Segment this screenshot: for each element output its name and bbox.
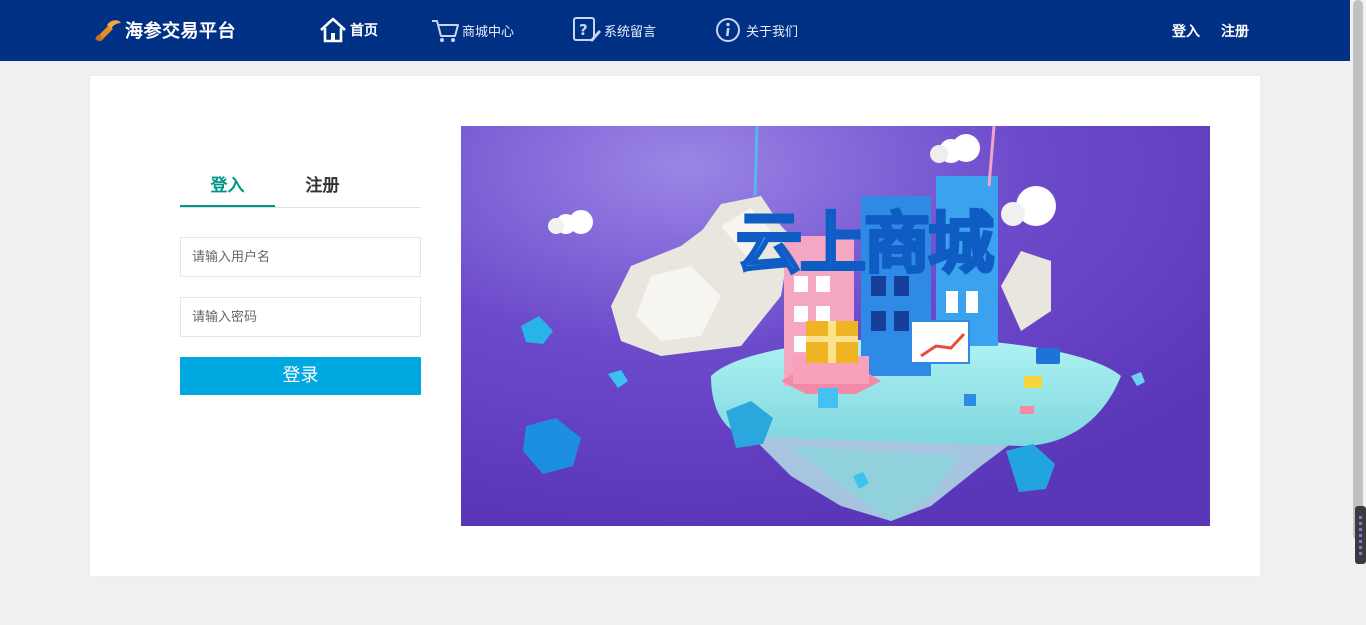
auth-tabs: 登入 注册 (180, 166, 421, 208)
top-navbar: 海参交易平台 首页 商城中心 ? 系统留言 关于我们 登入 注册 (0, 0, 1350, 61)
tab-register[interactable]: 注册 (275, 166, 370, 206)
svg-text:?: ? (579, 21, 588, 39)
tab-login[interactable]: 登入 (180, 166, 275, 207)
login-button[interactable]: 登录 (180, 357, 421, 395)
password-field (180, 297, 421, 337)
nav-messages-label: 系统留言 (604, 24, 657, 40)
header-login-link[interactable]: 登入 (1172, 21, 1200, 41)
nav-messages[interactable]: ? 系统留言 (572, 14, 656, 46)
cart-icon (432, 20, 459, 42)
header-register-link[interactable]: 注册 (1221, 21, 1249, 41)
nav-about[interactable]: 关于我们 (714, 14, 798, 46)
username-field (180, 237, 421, 277)
banner-illustration: 云上商城 (461, 126, 1210, 526)
site-name: 海参交易平台 (125, 21, 236, 42)
scrollbar-thumb[interactable] (1353, 0, 1363, 540)
site-logo[interactable]: 海参交易平台 (93, 15, 236, 45)
promo-banner[interactable]: 云上商城 (461, 126, 1210, 526)
logo-icon (95, 20, 121, 41)
nav-about-label: 关于我们 (746, 24, 799, 40)
message-icon: ? (573, 17, 601, 42)
nav-mall[interactable]: 商城中心 (430, 14, 514, 46)
nav-home[interactable]: 首页 (318, 14, 378, 46)
nav-home-label: 首页 (350, 23, 378, 39)
nav-mall-label: 商城中心 (462, 24, 515, 40)
home-icon (320, 17, 346, 43)
info-icon (716, 18, 740, 42)
floating-widget[interactable] (1355, 506, 1366, 564)
banner-headline: 云上商城 (736, 205, 994, 282)
username-input[interactable] (181, 238, 420, 276)
password-input[interactable] (181, 298, 420, 336)
